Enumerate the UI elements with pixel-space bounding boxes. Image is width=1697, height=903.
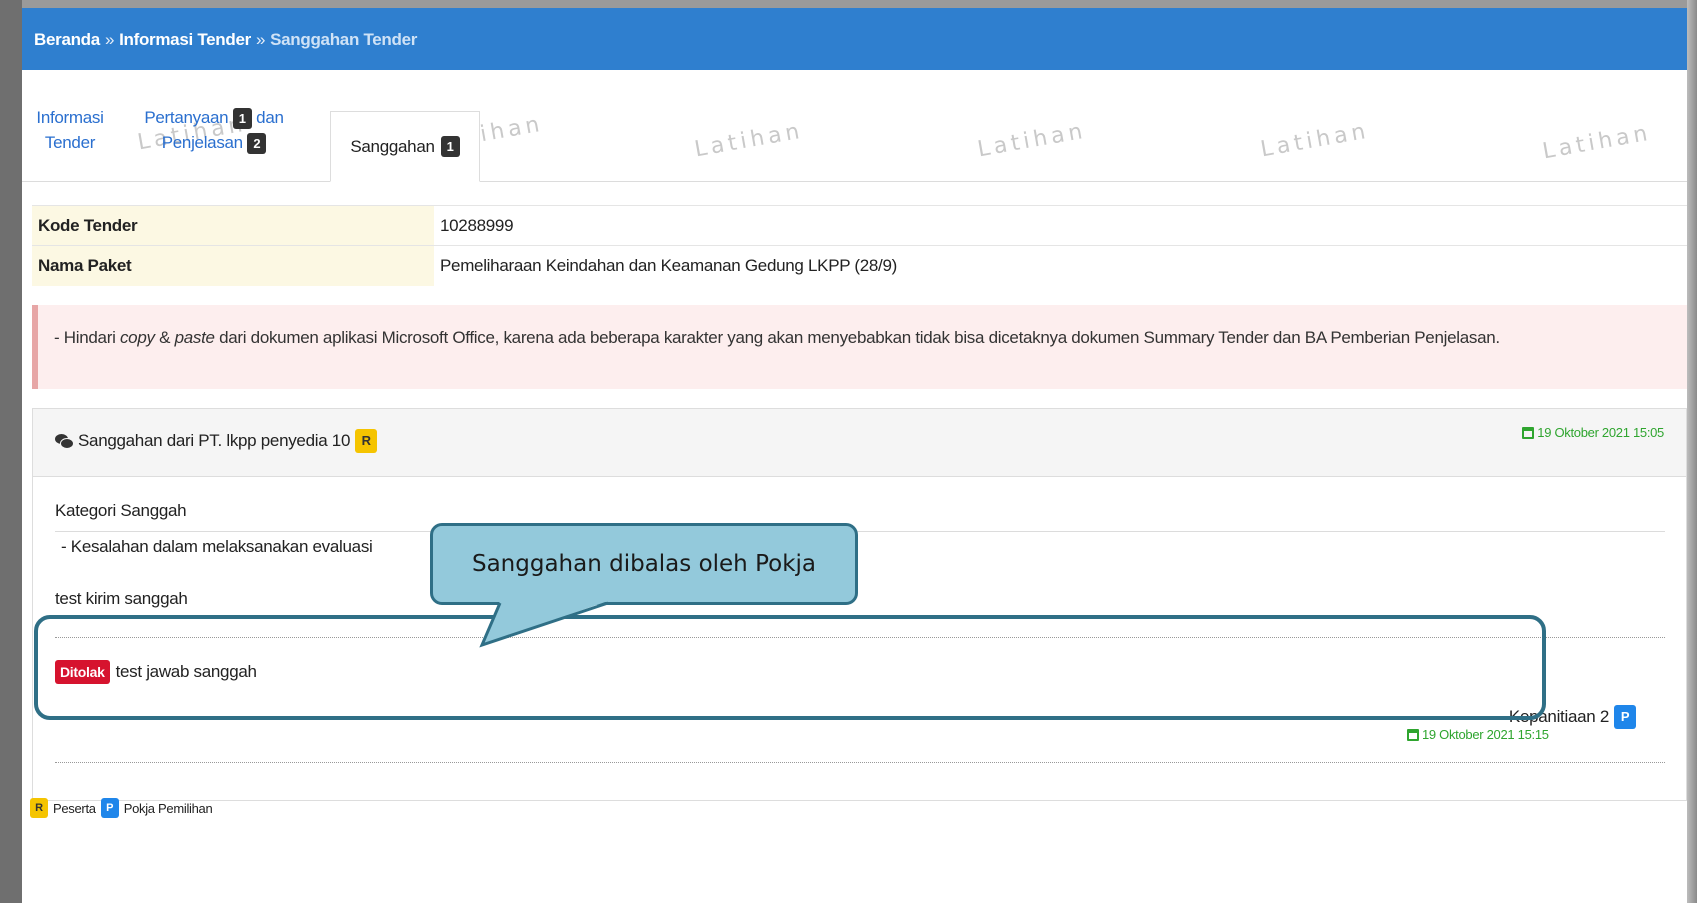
- date-text: 19 Oktober 2021 15:15: [1422, 727, 1549, 742]
- tab-label-line2: Penjelasan 2: [134, 130, 294, 155]
- tab-informasi-tender[interactable]: Informasi Tender: [30, 105, 110, 155]
- header-bar: Beranda» Informasi Tender» Sanggahan Tende…: [22, 8, 1687, 70]
- breadcrumb-home[interactable]: Beranda: [34, 30, 100, 49]
- nama-paket-value: Pemeliharaan Keindahan dan Keamanan Gedu…: [434, 245, 1687, 286]
- alert-text: dari dokumen aplikasi Microsoft Office, …: [214, 328, 1500, 347]
- alert-text-paste: paste: [174, 328, 215, 347]
- window-frame-right: [1687, 0, 1697, 903]
- legend-label: Peserta: [53, 800, 96, 816]
- legend-badge-pokja: P: [100, 798, 119, 818]
- page: Beranda» Informasi Tender» Sanggahan Tende…: [22, 8, 1687, 903]
- table-row: Nama Paket Pemeliharaan Keindahan dan Ke…: [32, 245, 1687, 286]
- count-badge: 1: [440, 136, 460, 157]
- date-text: 19 Oktober 2021 15:05: [1537, 425, 1664, 440]
- count-badge: 1: [232, 108, 252, 130]
- window-frame-left: [0, 0, 22, 903]
- kode-tender-label: Kode Tender: [32, 205, 434, 246]
- tab-pertanyaan-penjelasan[interactable]: Pertanyaan 1 dan Penjelasan 2: [134, 105, 294, 155]
- tab-label: Pertanyaan: [144, 108, 229, 127]
- tab-label-line1: Pertanyaan 1 dan: [134, 105, 294, 130]
- alert-text: &: [154, 328, 175, 347]
- panel-title: Sanggahan dari PT. lkpp penyedia 10 R: [55, 429, 378, 453]
- dotted-divider: [55, 762, 1665, 763]
- reply-date: 19 Oktober 2021 15:15: [1407, 727, 1549, 742]
- alert-text-copy: copy: [119, 328, 155, 347]
- breadcrumb-current: Sanggahan Tender: [270, 30, 418, 49]
- tab-bar: Informasi Tender Pertanyaan 1 dan Penjel…: [22, 101, 1687, 182]
- count-badge: 2: [247, 133, 267, 155]
- calendar-icon: [1522, 426, 1535, 439]
- role-badge-peserta: R: [355, 429, 378, 453]
- kategori-item: - Kesalahan dalam melaksanakan evaluasi: [61, 537, 373, 556]
- breadcrumb-separator: »: [255, 30, 266, 49]
- tab-sanggahan[interactable]: Sanggahan 1: [330, 111, 480, 182]
- window-frame-top: [0, 0, 1697, 8]
- breadcrumb-informasi-tender[interactable]: Informasi Tender: [119, 30, 251, 49]
- warning-alert: - Hindari copy & paste dari dokumen apli…: [32, 305, 1687, 389]
- alert-text: - Hindari: [54, 328, 120, 347]
- sanggahan-date: 19 Oktober 2021 15:05: [1522, 425, 1664, 440]
- breadcrumb-separator: »: [104, 30, 115, 49]
- panel-heading: Sanggahan dari PT. lkpp penyedia 10 R 19…: [33, 409, 1686, 477]
- role-badge-pokja: P: [1614, 705, 1636, 729]
- kategori-sanggah-label: Kategori Sanggah: [55, 501, 1665, 532]
- sanggahan-content: test kirim sanggah: [55, 589, 188, 608]
- legend-badge-peserta: R: [30, 798, 48, 818]
- sanggahan-title: Sanggahan dari PT. lkpp penyedia 10: [78, 431, 351, 450]
- callout-text: Sanggahan dibalas oleh Pokja: [471, 551, 816, 577]
- tab-label: Sanggahan: [350, 136, 435, 156]
- legend-label: Pokja Pemilihan: [123, 800, 213, 816]
- tab-label: Penjelasan: [161, 133, 243, 152]
- legend: R Peserta P Pokja Pemilihan: [30, 798, 213, 818]
- tab-label: Informasi: [36, 108, 104, 127]
- kode-tender-value: 10288999: [434, 205, 1687, 246]
- callout-pointer: [479, 601, 609, 648]
- tab-label: dan: [256, 108, 284, 127]
- tab-label: Tender: [44, 133, 96, 152]
- comments-icon: [55, 433, 74, 449]
- nama-paket-label: Nama Paket: [32, 245, 434, 286]
- reply-highlight-box: [34, 615, 1546, 720]
- calendar-icon: [1407, 728, 1419, 741]
- sanggahan-panel: Sanggahan dari PT. lkpp penyedia 10 R 19…: [32, 408, 1687, 801]
- callout-annotation: Sanggahan dibalas oleh Pokja: [430, 523, 858, 605]
- table-row: Kode Tender 10288999: [32, 205, 1687, 246]
- breadcrumb: Beranda» Informasi Tender» Sanggahan Tende…: [34, 30, 417, 50]
- tender-info-table: Kode Tender 10288999 Nama Paket Pemeliha…: [32, 205, 1687, 286]
